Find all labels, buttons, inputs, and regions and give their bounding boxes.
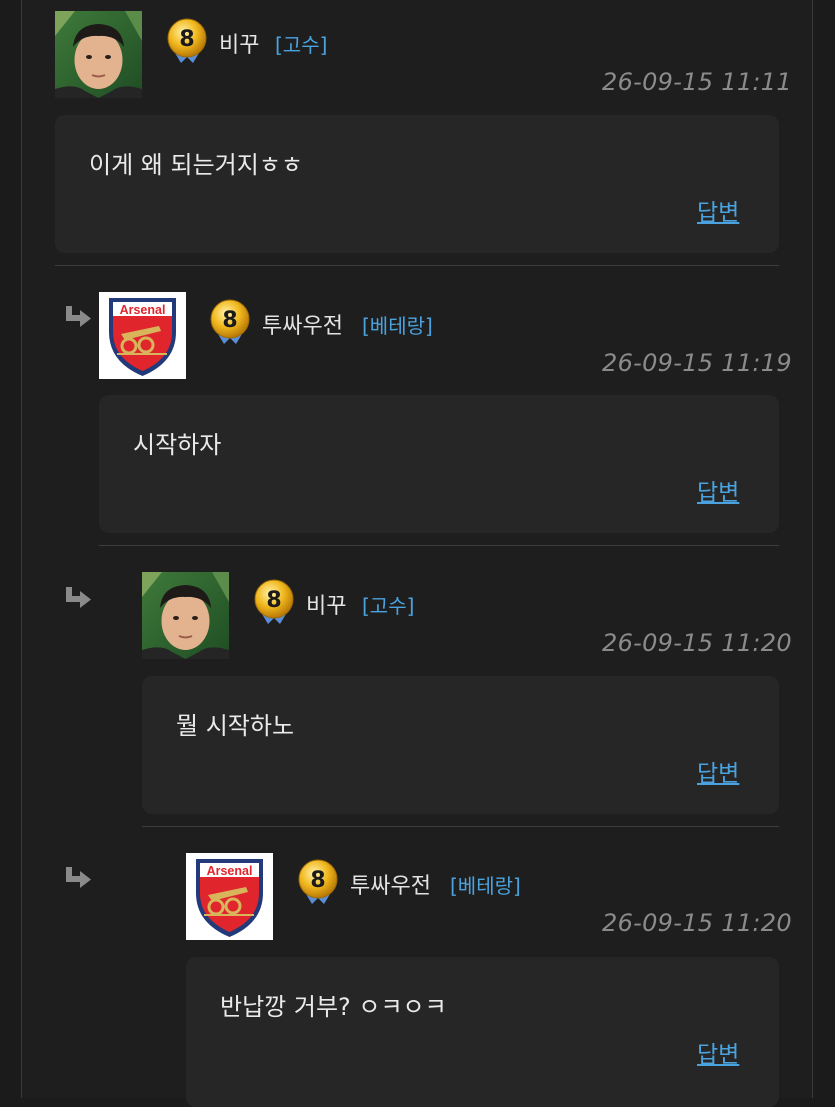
author-name[interactable]: 투싸우전 xyxy=(350,868,431,900)
comment-divider xyxy=(99,545,779,546)
comment-timestamp: 26-09-15 11:20 xyxy=(602,629,792,657)
face-avatar-icon xyxy=(142,572,229,659)
reply-button[interactable]: 답변 xyxy=(697,473,739,507)
arsenal-crest-icon: Arsenal xyxy=(99,292,186,379)
face-avatar-icon xyxy=(55,11,142,98)
author-avatar[interactable]: Arsenal xyxy=(99,292,186,379)
svg-text:8: 8 xyxy=(310,868,325,893)
comment-body: 이게 왜 되는거지ㅎㅎ 답변 xyxy=(55,115,779,253)
svg-text:8: 8 xyxy=(179,27,194,52)
comment-item: Arsenal 8 투싸우전 [베테랑] 26-09-15 11:19 시작하자… xyxy=(0,280,835,550)
comment-divider xyxy=(55,265,779,266)
arsenal-crest-icon: Arsenal xyxy=(186,853,273,940)
comment-body: 반납깡 거부? ㅇㅋㅇㅋ 답변 xyxy=(186,957,779,1107)
comment-body: 시작하자 답변 xyxy=(99,395,779,533)
comment-item: 8 비꾸 [고수] 26-09-15 11:11 이게 왜 되는거지ㅎㅎ 답변 xyxy=(0,0,835,270)
comment-timestamp: 26-09-15 11:19 xyxy=(602,349,792,377)
comment-text: 시작하자 xyxy=(133,431,222,459)
author-name[interactable]: 투싸우전 xyxy=(262,308,343,340)
level-badge-icon: 8 xyxy=(298,859,338,904)
svg-text:8: 8 xyxy=(222,308,237,333)
author-avatar[interactable]: Arsenal xyxy=(186,853,273,940)
level-badge-icon: 8 xyxy=(210,299,250,344)
reply-button[interactable]: 답변 xyxy=(697,754,739,788)
level-badge-icon: 8 xyxy=(167,18,207,63)
comment-item: Arsenal 8 투싸우전 [베테랑] 26-09-15 11:20 반납깡 … xyxy=(0,840,835,1107)
author-avatar[interactable] xyxy=(55,11,142,98)
comment-thread-page: 8 비꾸 [고수] 26-09-15 11:11 이게 왜 되는거지ㅎㅎ 답변 … xyxy=(0,0,835,1107)
reply-button[interactable]: 답변 xyxy=(697,193,739,227)
comment-body: 뭘 시작하노 답변 xyxy=(142,676,779,814)
level-badge-icon: 8 xyxy=(254,579,294,624)
comment-text: 이게 왜 되는거지ㅎㅎ xyxy=(89,151,303,179)
author-rank: [고수] xyxy=(275,33,328,57)
reply-arrow-icon xyxy=(66,867,91,888)
author-rank: [베테랑] xyxy=(362,314,433,338)
svg-text:8: 8 xyxy=(266,588,281,613)
reply-arrow-icon xyxy=(66,306,91,327)
author-rank: [고수] xyxy=(362,594,415,618)
comment-item: 8 비꾸 [고수] 26-09-15 11:20 뭘 시작하노 답변 xyxy=(0,560,835,830)
author-rank: [베테랑] xyxy=(450,874,521,898)
comment-text: 뭘 시작하노 xyxy=(176,712,295,740)
author-name[interactable]: 비꾸 xyxy=(306,588,346,620)
comment-text: 반납깡 거부? ㅇㅋㅇㅋ xyxy=(220,993,447,1021)
svg-text:Arsenal: Arsenal xyxy=(120,303,166,317)
author-name[interactable]: 비꾸 xyxy=(219,27,259,59)
comment-timestamp: 26-09-15 11:20 xyxy=(602,909,792,937)
comment-divider xyxy=(142,826,779,827)
author-avatar[interactable] xyxy=(142,572,229,659)
comment-timestamp: 26-09-15 11:11 xyxy=(602,68,792,96)
svg-text:Arsenal: Arsenal xyxy=(207,864,253,878)
reply-button[interactable]: 답변 xyxy=(697,1035,739,1069)
reply-arrow-icon xyxy=(66,587,91,608)
